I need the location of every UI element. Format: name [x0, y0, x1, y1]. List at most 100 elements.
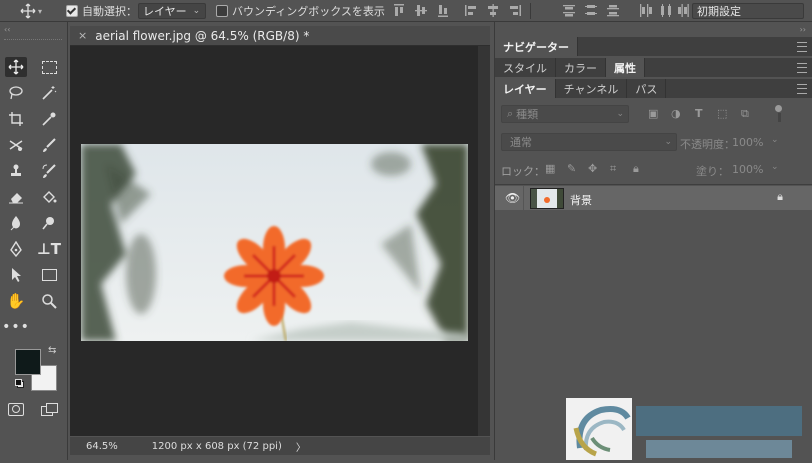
eraser-icon: [9, 193, 23, 204]
edit-toolbar-button[interactable]: •••: [2, 317, 29, 337]
arrow-select-icon: [12, 268, 21, 282]
vertical-scrollbar[interactable]: [478, 46, 490, 436]
right-panel-dock: ›› ナビゲーター スタイル カラー 属性 レイヤー チャンネル パス ⌕ 種類…: [494, 22, 812, 460]
eraser-tool-button[interactable]: [5, 187, 27, 207]
eyedropper-tool-button[interactable]: [38, 109, 60, 129]
lock-all-icon[interactable]: 🔒︎: [633, 162, 639, 176]
swap-colors-icon[interactable]: ⇆: [48, 345, 56, 356]
collapse-dock-icon[interactable]: ››: [800, 25, 806, 34]
properties-panel-tabs: スタイル カラー 属性: [495, 58, 812, 77]
rectangle-tool-button[interactable]: [38, 265, 60, 285]
auto-select-checkbox[interactable]: 自動選択：: [66, 0, 137, 22]
paint-bucket-tool-button[interactable]: [38, 187, 60, 207]
move-tool-icon[interactable]: ▾: [20, 0, 42, 22]
distribute-left-icon[interactable]: [640, 4, 652, 17]
zoom-level[interactable]: 64.5%: [86, 441, 118, 452]
divider: [495, 184, 812, 185]
magic-wand-tool-button[interactable]: [38, 83, 60, 103]
marquee-tool-button[interactable]: [38, 57, 60, 77]
panel-menu-icon[interactable]: [797, 42, 807, 52]
hand-icon: ✋: [6, 292, 26, 310]
tab-navigator[interactable]: ナビゲーター: [495, 37, 578, 56]
divider: [523, 186, 524, 210]
lock-artboard-icon[interactable]: ⌗: [610, 162, 616, 176]
chevron-down-icon: ⌄: [616, 109, 624, 119]
distribute-right-icon[interactable]: [677, 4, 689, 17]
align-bottom-icon[interactable]: [437, 4, 449, 17]
chevron-down-icon[interactable]: ⌄: [771, 162, 779, 172]
lock-transparent-icon[interactable]: ▦: [545, 162, 555, 175]
eye-visibility-icon[interactable]: 👁︎: [505, 191, 520, 205]
move-tool-button[interactable]: [5, 57, 27, 77]
blend-mode-dropdown[interactable]: 通常 ⌄: [501, 133, 677, 151]
distribute-hcenter-icon[interactable]: [660, 4, 672, 17]
quick-mask-button[interactable]: [5, 399, 27, 419]
bounding-box-checkbox[interactable]: バウンディングボックスを表示: [216, 0, 385, 22]
path-selection-tool-button[interactable]: [5, 265, 27, 285]
tab-paths[interactable]: パス: [627, 79, 667, 98]
pixel-filter-icon[interactable]: ▣: [648, 107, 658, 120]
brush-tool-button[interactable]: [38, 135, 60, 155]
align-hcenter-icon[interactable]: [487, 4, 499, 17]
smart-object-filter-icon[interactable]: ⧉: [741, 107, 749, 121]
chevron-down-icon[interactable]: ⌄: [771, 135, 779, 145]
filter-toggle[interactable]: [775, 105, 783, 123]
stamp-tool-button[interactable]: [5, 161, 27, 181]
quick-mask-icon: [8, 402, 24, 416]
align-top-icon[interactable]: [393, 4, 405, 17]
lock-position-icon[interactable]: ✥: [588, 162, 597, 175]
layer-thumbnail[interactable]: [530, 188, 564, 209]
fill-value[interactable]: 100%: [732, 163, 763, 176]
shape-filter-icon[interactable]: ⬚: [717, 107, 727, 120]
distribute-top-icon[interactable]: [563, 4, 575, 17]
close-tab-icon[interactable]: ×: [78, 29, 87, 42]
history-brush-tool-button[interactable]: [38, 161, 60, 181]
move-icon: [8, 59, 24, 75]
tab-styles[interactable]: スタイル: [495, 58, 556, 77]
rect-marquee-icon: [41, 60, 57, 74]
tab-channels[interactable]: チャンネル: [556, 79, 628, 98]
align-left-icon[interactable]: [465, 4, 477, 17]
status-arrow-icon[interactable]: 〉: [296, 439, 306, 454]
layer-row-background[interactable]: 👁︎ 背景 🔒︎: [495, 186, 812, 210]
adjustment-filter-icon[interactable]: ◑: [671, 107, 681, 120]
magic-wand-icon: [42, 86, 57, 100]
stamp-icon: [11, 164, 21, 176]
distribute-vcenter-icon[interactable]: [585, 4, 597, 17]
tab-color[interactable]: カラー: [556, 58, 606, 77]
panel-menu-icon[interactable]: [797, 63, 807, 73]
screen-mode-button[interactable]: [38, 399, 60, 419]
preset-dropdown[interactable]: 初期設定: [692, 0, 804, 22]
pen-tool-button[interactable]: [5, 239, 27, 259]
dodge-tool-button[interactable]: [38, 213, 60, 233]
rectangle-shape-icon: [41, 269, 57, 281]
collapse-panel-icon[interactable]: ‹‹: [4, 25, 10, 34]
panel-menu-icon[interactable]: [797, 84, 807, 94]
auto-select-target-dropdown[interactable]: レイヤー ⌄: [138, 0, 206, 22]
document-image[interactable]: [81, 144, 468, 341]
healing-tool-button[interactable]: [5, 135, 27, 155]
tab-properties[interactable]: 属性: [606, 58, 645, 77]
lasso-tool-button[interactable]: [5, 83, 27, 103]
default-colors-icon[interactable]: [15, 379, 24, 388]
type-filter-icon[interactable]: T: [695, 107, 703, 120]
type-tool-button[interactable]: ⊥T: [37, 239, 61, 259]
hand-tool-button[interactable]: ✋: [5, 291, 27, 311]
opacity-value[interactable]: 100%: [732, 136, 763, 149]
align-right-icon[interactable]: [509, 4, 521, 17]
layer-filter-dropdown[interactable]: ⌕ 種類 ⌄: [501, 105, 629, 123]
layer-lock-icon[interactable]: 🔒︎: [777, 190, 783, 204]
align-vcenter-icon[interactable]: [415, 4, 427, 17]
crop-icon: [9, 112, 23, 126]
panel-grip[interactable]: [4, 39, 62, 42]
bounding-box-label: バウンディングボックスを表示: [232, 5, 385, 18]
tab-layers[interactable]: レイヤー: [495, 79, 556, 98]
lock-image-icon[interactable]: ✎: [567, 162, 576, 175]
foreground-color-swatch[interactable]: [15, 349, 41, 375]
zoom-tool-button[interactable]: [38, 291, 60, 311]
distribute-bottom-icon[interactable]: [607, 4, 619, 17]
chevron-down-icon: ⌄: [664, 137, 672, 147]
crop-tool-button[interactable]: [5, 109, 27, 129]
blur-tool-button[interactable]: [5, 213, 27, 233]
document-tab[interactable]: × aerial flower.jpg @ 64.5% (RGB/8) *: [70, 26, 490, 46]
